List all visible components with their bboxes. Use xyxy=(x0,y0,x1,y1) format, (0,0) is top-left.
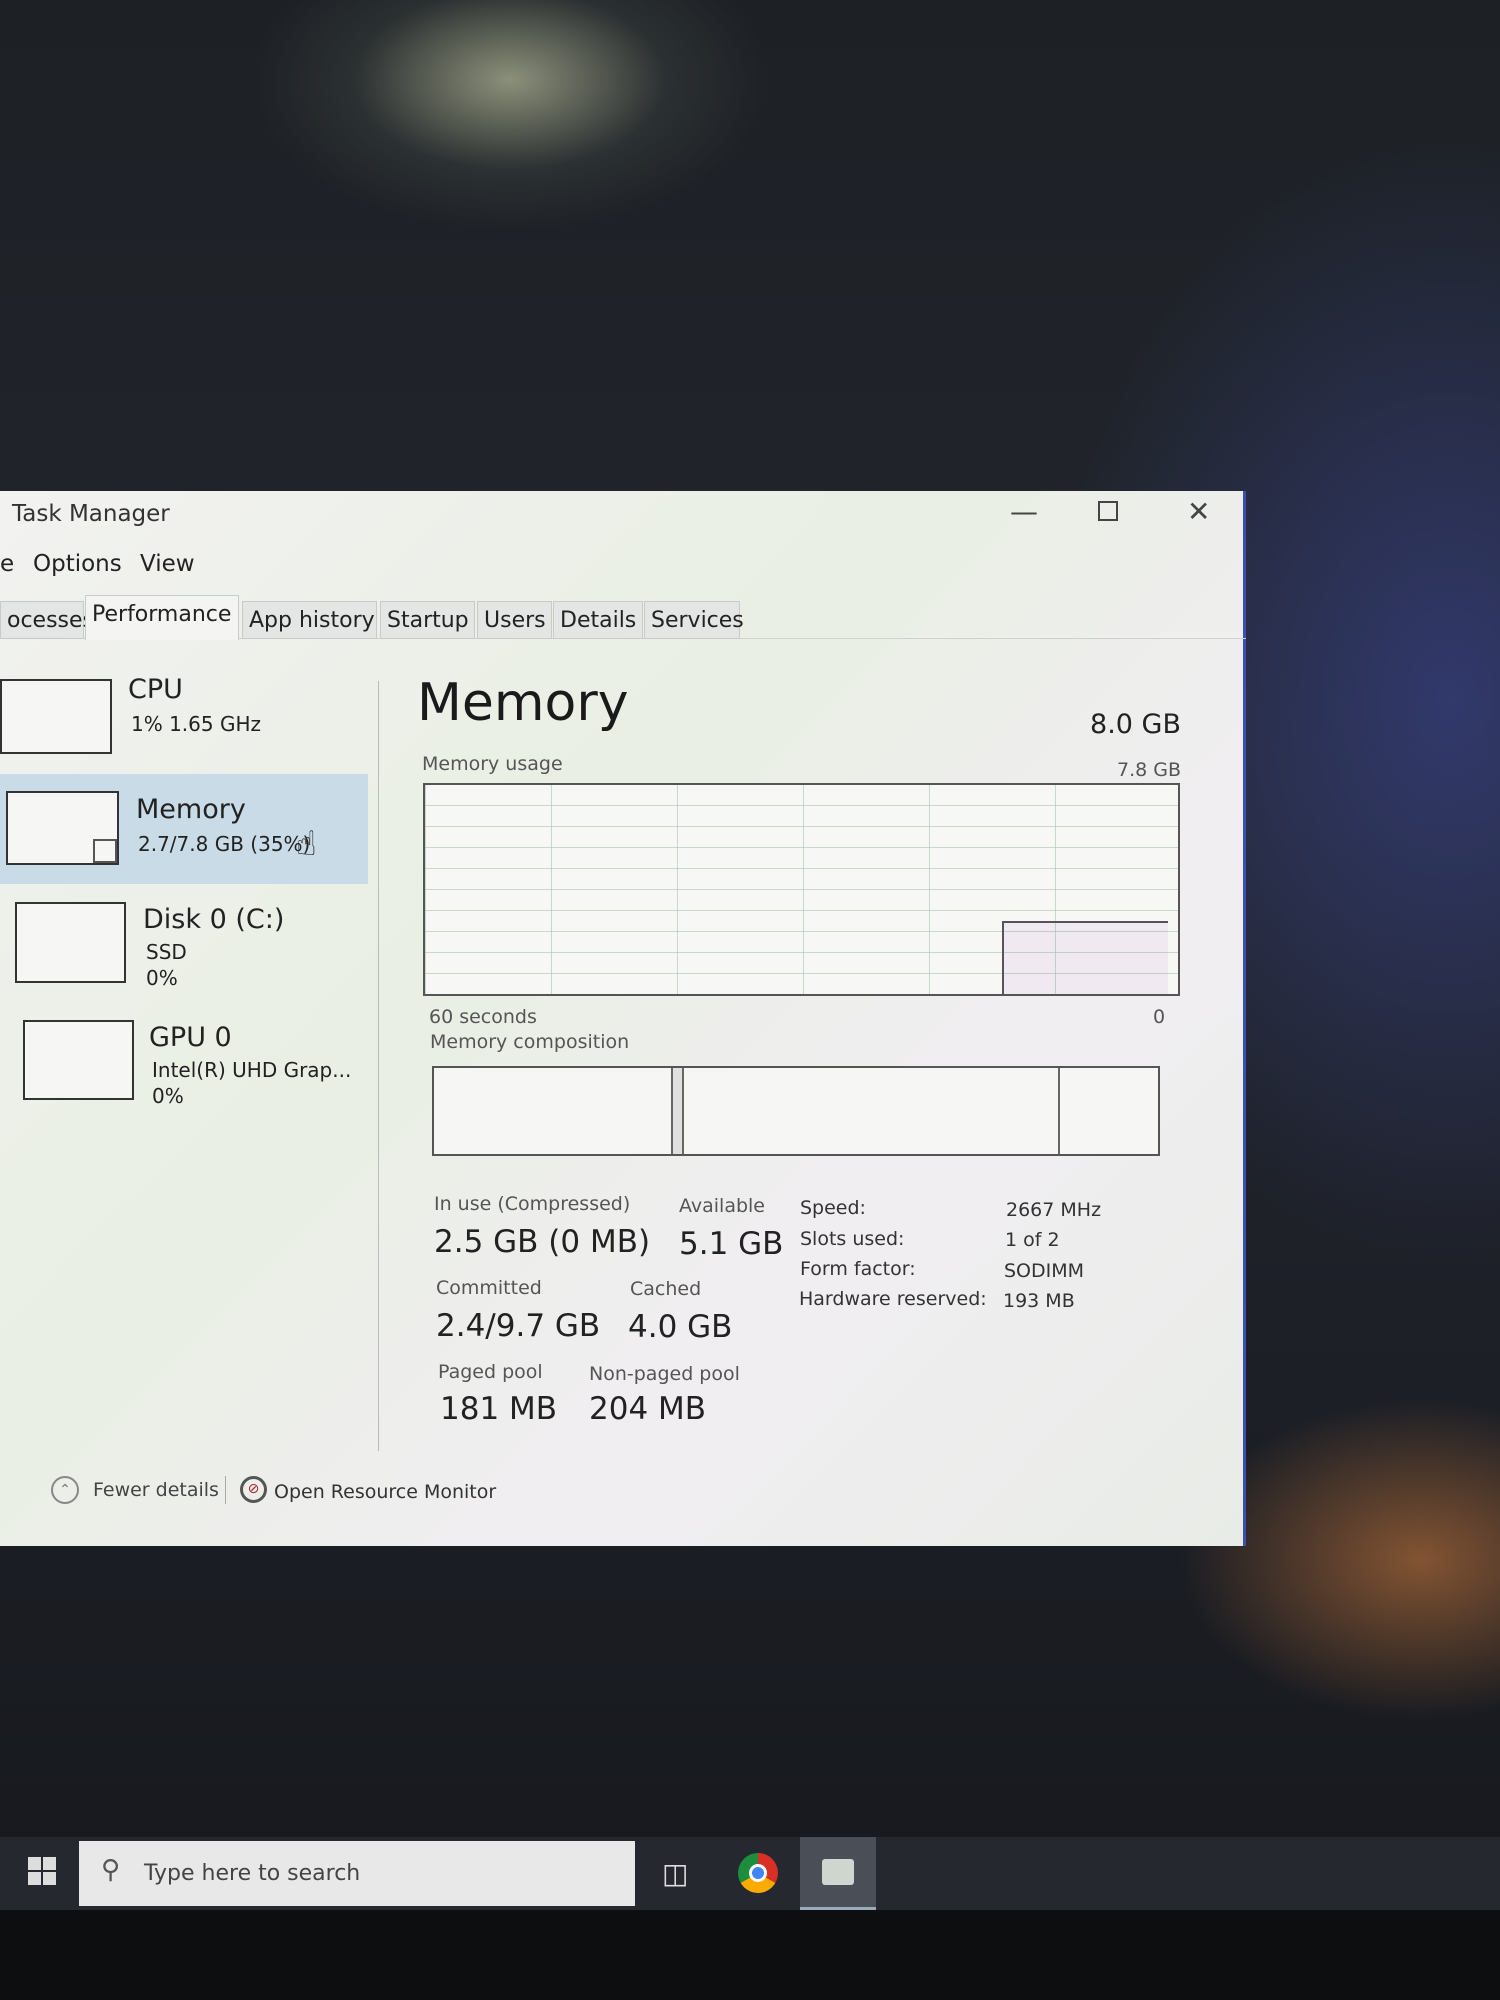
memory-composition-label: Memory composition xyxy=(430,1031,630,1053)
tab-startup[interactable]: Startup xyxy=(380,601,475,639)
form-factor-label: Form factor: xyxy=(800,1258,916,1280)
windows-start-icon[interactable] xyxy=(28,1857,56,1885)
tab-bar: ocesses Performance App history Startup … xyxy=(0,595,1246,640)
cached-value: 4.0 GB xyxy=(628,1309,733,1345)
gpu-model: Intel(R) UHD Grap... xyxy=(152,1058,352,1082)
gpu-thumbnail-graph xyxy=(23,1020,134,1100)
total-memory: 8.0 GB xyxy=(1090,709,1181,740)
slots-value: 1 of 2 xyxy=(1005,1229,1060,1251)
committed-value: 2.4/9.7 GB xyxy=(436,1308,601,1344)
disk-label: Disk 0 (C:) xyxy=(143,904,285,935)
tab-details[interactable]: Details xyxy=(553,601,643,639)
task-manager-taskbar-button[interactable] xyxy=(800,1837,876,1910)
tab-app-history[interactable]: App history xyxy=(242,601,377,639)
window-title: Task Manager xyxy=(12,501,170,527)
paged-pool-label: Paged pool xyxy=(438,1361,543,1383)
search-box[interactable]: ⚲ Type here to search xyxy=(79,1841,635,1906)
page-title: Memory xyxy=(417,673,629,733)
tab-processes[interactable]: ocesses xyxy=(0,601,94,639)
nonpaged-pool-label: Non-paged pool xyxy=(589,1363,740,1385)
cpu-thumbnail-graph xyxy=(0,679,112,754)
cached-label: Cached xyxy=(630,1278,702,1300)
memory-usage-graph xyxy=(423,783,1180,996)
resource-monitor-icon[interactable]: ⊘ xyxy=(240,1476,267,1503)
sidebar-item-gpu[interactable]: GPU 0 Intel(R) UHD Grap... 0% xyxy=(23,1020,373,1108)
memory-composition-bar xyxy=(432,1066,1160,1156)
speed-value: 2667 MHz xyxy=(1006,1199,1102,1221)
menu-file[interactable]: e xyxy=(0,551,14,577)
minimize-icon[interactable]: — xyxy=(1010,495,1038,528)
tab-services[interactable]: Services xyxy=(644,601,744,639)
memory-label: Memory xyxy=(136,794,246,825)
maximize-icon[interactable] xyxy=(1098,501,1118,521)
footer-divider xyxy=(225,1476,226,1504)
in-use-label: In use (Compressed) xyxy=(434,1193,631,1215)
chrome-icon[interactable] xyxy=(738,1853,778,1893)
paged-pool-value: 181 MB xyxy=(440,1391,558,1427)
chevron-up-icon[interactable]: ⌃ xyxy=(51,1476,79,1504)
sidebar-item-disk[interactable]: Disk 0 (C:) SSD 0% xyxy=(15,902,375,990)
disk-type: SSD xyxy=(146,940,187,964)
usage-min-label: 0 xyxy=(1153,1006,1166,1028)
usage-max-label: 7.8 GB xyxy=(1116,759,1181,781)
search-placeholder: Type here to search xyxy=(144,1861,361,1886)
menu-options[interactable]: Options xyxy=(33,551,122,577)
available-label: Available xyxy=(679,1195,766,1217)
memory-stats: 2.7/7.8 GB (35%) xyxy=(138,832,311,856)
gpu-usage: 0% xyxy=(152,1084,184,1108)
fewer-details-link[interactable]: Fewer details xyxy=(93,1479,219,1501)
speed-label: Speed: xyxy=(800,1197,866,1219)
cpu-stats: 1% 1.65 GHz xyxy=(131,712,262,736)
time-span-label: 60 seconds xyxy=(429,1006,537,1028)
open-resource-monitor-link[interactable]: Open Resource Monitor xyxy=(274,1481,496,1503)
task-manager-icon xyxy=(822,1859,854,1885)
slots-label: Slots used: xyxy=(800,1228,905,1250)
composition-free xyxy=(1060,1068,1158,1154)
in-use-value: 2.5 GB (0 MB) xyxy=(434,1224,651,1260)
sidebar-divider xyxy=(378,681,379,1451)
tab-users[interactable]: Users xyxy=(477,601,552,639)
gpu-label: GPU 0 xyxy=(149,1022,232,1053)
sidebar-item-cpu[interactable] xyxy=(0,679,112,754)
hardware-reserved-label: Hardware reserved: xyxy=(799,1288,987,1310)
monitor-bezel xyxy=(0,1910,1500,2000)
composition-modified xyxy=(672,1068,684,1154)
menu-view[interactable]: View xyxy=(140,551,195,577)
close-icon[interactable]: ✕ xyxy=(1187,495,1210,528)
hardware-reserved-value: 193 MB xyxy=(1003,1290,1075,1312)
task-view-icon[interactable]: ◫ xyxy=(662,1857,688,1890)
memory-usage-fill xyxy=(1002,920,1168,994)
hand-cursor-icon: ☝ xyxy=(296,824,317,864)
memory-usage-label: Memory usage xyxy=(422,753,563,775)
sidebar-item-memory[interactable]: Memory 2.7/7.8 GB (35%) ☝ xyxy=(0,774,368,884)
memory-thumbnail-graph xyxy=(6,791,119,865)
committed-label: Committed xyxy=(436,1277,542,1299)
nonpaged-pool-value: 204 MB xyxy=(589,1391,707,1427)
composition-in-use xyxy=(434,1068,673,1154)
taskbar: ⚲ Type here to search ◫ xyxy=(0,1837,1500,1910)
disk-thumbnail-graph xyxy=(15,902,126,983)
available-value: 5.1 GB xyxy=(679,1226,784,1262)
disk-usage: 0% xyxy=(146,966,178,990)
cpu-label[interactable]: CPU xyxy=(128,674,183,705)
task-manager-window: Task Manager — ✕ e Options View ocesses … xyxy=(0,491,1246,1546)
tab-performance[interactable]: Performance xyxy=(85,595,239,640)
composition-standby xyxy=(684,1068,1061,1154)
search-icon: ⚲ xyxy=(101,1855,121,1885)
form-factor-value: SODIMM xyxy=(1004,1260,1085,1282)
